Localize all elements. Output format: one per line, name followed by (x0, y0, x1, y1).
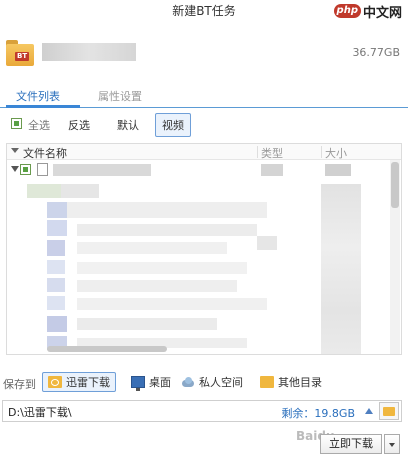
file-icon (37, 163, 48, 176)
file-list-header: 文件名称 类型 大小 (7, 144, 401, 161)
save-location-bar: 保存到 迅雷下载 桌面 私人空间 其他目录 (0, 371, 408, 393)
folder-icon (260, 376, 274, 388)
save-path-field[interactable]: D:\迅雷下载\ 剩余：19.8GB (2, 400, 402, 422)
save-option-label: 桌面 (149, 376, 171, 389)
expand-triangle-icon[interactable] (11, 166, 19, 172)
task-header: BT 36.77GB (0, 34, 408, 74)
tab-property-settings[interactable]: 属性设置 (98, 88, 142, 104)
remaining-space: 剩余：19.8GB (281, 407, 355, 420)
column-size[interactable]: 大小 (325, 145, 347, 161)
file-list[interactable]: 文件名称 类型 大小 (6, 143, 402, 355)
save-option-label: 迅雷下载 (66, 376, 110, 389)
default-selection-button[interactable]: 默认 (117, 117, 139, 133)
action-bar: Baidu 立即下载 (0, 428, 408, 458)
save-option-label: 私人空间 (199, 376, 243, 389)
task-name-blurred (42, 43, 136, 61)
select-all-label[interactable]: 全选 (28, 117, 50, 133)
desktop-icon (131, 376, 145, 391)
vertical-scrollbar[interactable] (390, 160, 400, 354)
folder-icon (48, 376, 62, 388)
save-path-input[interactable]: D:\迅雷下载\ (8, 404, 72, 420)
filter-bar: 全选 反选 默认 视频 (0, 112, 408, 137)
save-option-xunlei-download[interactable]: 迅雷下载 (42, 372, 116, 392)
bt-badge: BT (15, 52, 30, 61)
task-total-size: 36.77GB (352, 46, 400, 59)
watermark: php 中文网 (333, 2, 402, 21)
save-option-other-directory[interactable]: 其他目录 (255, 372, 327, 392)
bt-folder-icon: BT (6, 40, 34, 66)
save-to-label: 保存到 (3, 378, 36, 391)
save-option-private-space[interactable]: 私人空间 (176, 372, 248, 392)
collapse-all-icon[interactable] (11, 148, 19, 153)
path-history-dropdown-icon[interactable] (365, 408, 373, 414)
save-option-desktop[interactable]: 桌面 (126, 372, 176, 392)
tab-file-list[interactable]: 文件列表 (16, 88, 60, 104)
watermark-badge: php (333, 4, 361, 18)
invert-selection-button[interactable]: 反选 (68, 117, 90, 133)
save-option-label: 其他目录 (278, 376, 322, 389)
scrollbar-thumb[interactable] (391, 162, 399, 208)
tab-bar: 文件列表 属性设置 (0, 84, 408, 108)
column-name[interactable]: 文件名称 (23, 145, 67, 161)
download-now-button[interactable]: 立即下载 (320, 434, 382, 454)
active-tab-indicator (6, 105, 80, 108)
column-type[interactable]: 类型 (261, 145, 283, 161)
video-filter-button[interactable]: 视频 (155, 113, 191, 137)
root-checkbox[interactable] (20, 164, 31, 175)
horizontal-scrollbar[interactable] (47, 346, 167, 352)
watermark-text: 中文网 (362, 5, 402, 21)
download-options-dropdown-icon[interactable] (384, 434, 400, 454)
root-folder-row[interactable] (7, 162, 395, 178)
select-all-checkbox[interactable] (11, 118, 22, 129)
cloud-icon (181, 376, 195, 388)
browse-folder-button[interactable] (379, 402, 399, 420)
